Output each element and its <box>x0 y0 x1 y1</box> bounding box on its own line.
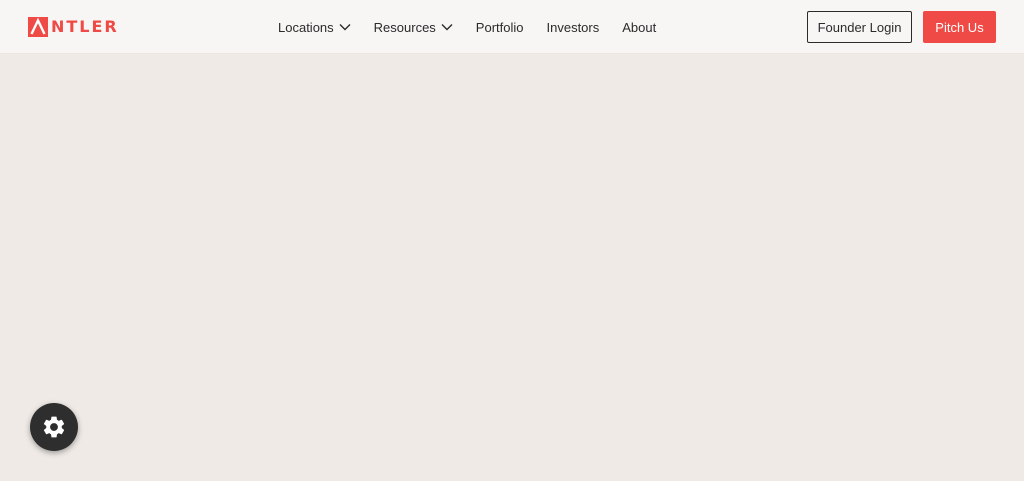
nav-item-portfolio[interactable]: Portfolio <box>476 20 524 35</box>
founder-login-button[interactable]: Founder Login <box>807 11 912 43</box>
nav-item-about[interactable]: About <box>622 20 656 35</box>
pitch-us-button[interactable]: Pitch Us <box>923 11 996 43</box>
nav-item-investors[interactable]: Investors <box>547 20 600 35</box>
antler-logo-icon <box>28 17 48 37</box>
antler-logo[interactable]: NTLER <box>28 17 119 37</box>
nav-item-resources[interactable]: Resources <box>374 20 453 35</box>
gear-icon <box>43 416 65 438</box>
nav-item-label: Locations <box>278 19 334 35</box>
logo-wordmark: NTLER <box>51 17 119 36</box>
site-header: NTLER Locations Resources Portfolio Inve… <box>0 0 1024 54</box>
main-nav: Locations Resources Portfolio Investors … <box>278 16 656 38</box>
settings-button[interactable] <box>30 403 78 451</box>
chevron-down-icon <box>339 24 351 31</box>
page-content <box>0 55 1024 481</box>
nav-item-locations[interactable]: Locations <box>278 20 351 35</box>
chevron-down-icon <box>441 24 453 31</box>
nav-item-label: Resources <box>373 19 436 35</box>
